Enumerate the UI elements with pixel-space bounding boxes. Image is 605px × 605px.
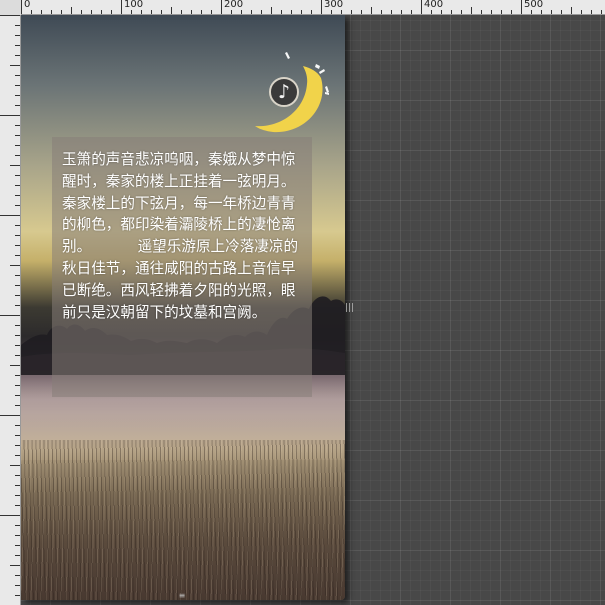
poem-paragraph: 玉箫的声音悲凉呜咽，秦娥从梦中惊醒时，秦家的楼上正挂着一弦明月。秦家楼上的下弦月… [62,151,299,321]
ruler-label-500: 500 [524,0,544,10]
vertical-ruler[interactable] [0,0,21,605]
design-canvas[interactable]: 0 100 200 300 400 500 ♪ 玉箫的声音悲凉呜咽，秦娥从梦中惊… [0,0,605,605]
horizontal-ruler[interactable]: 0 100 200 300 400 500 [0,0,605,15]
ruler-label-100: 100 [124,0,144,10]
music-note-icon: ♪ [277,81,291,103]
artboard-phone-page[interactable]: ♪ 玉箫的声音悲凉呜咽，秦娥从梦中惊醒时，秦家的楼上正挂着一弦明月。秦家楼上的下… [21,15,345,600]
artboard-resize-handle-bottom[interactable]: ≡ [174,592,190,600]
ruler-label-400: 400 [424,0,444,10]
ruler-label-300: 300 [324,0,344,10]
grass-field [21,440,345,600]
vertical-ruler-ticks [0,15,20,596]
artboard-resize-handle-right[interactable]: ||| [345,300,354,316]
music-toggle-button[interactable]: ♪ [269,77,299,107]
poem-text-box: 玉箫的声音悲凉呜咽，秦娥从梦中惊醒时，秦家的楼上正挂着一弦明月。秦家楼上的下弦月… [52,137,312,397]
ruler-corner [0,0,21,15]
horizontal-ruler-ticks [21,0,602,14]
ruler-label-200: 200 [224,0,244,10]
ruler-label-0: 0 [24,0,31,10]
